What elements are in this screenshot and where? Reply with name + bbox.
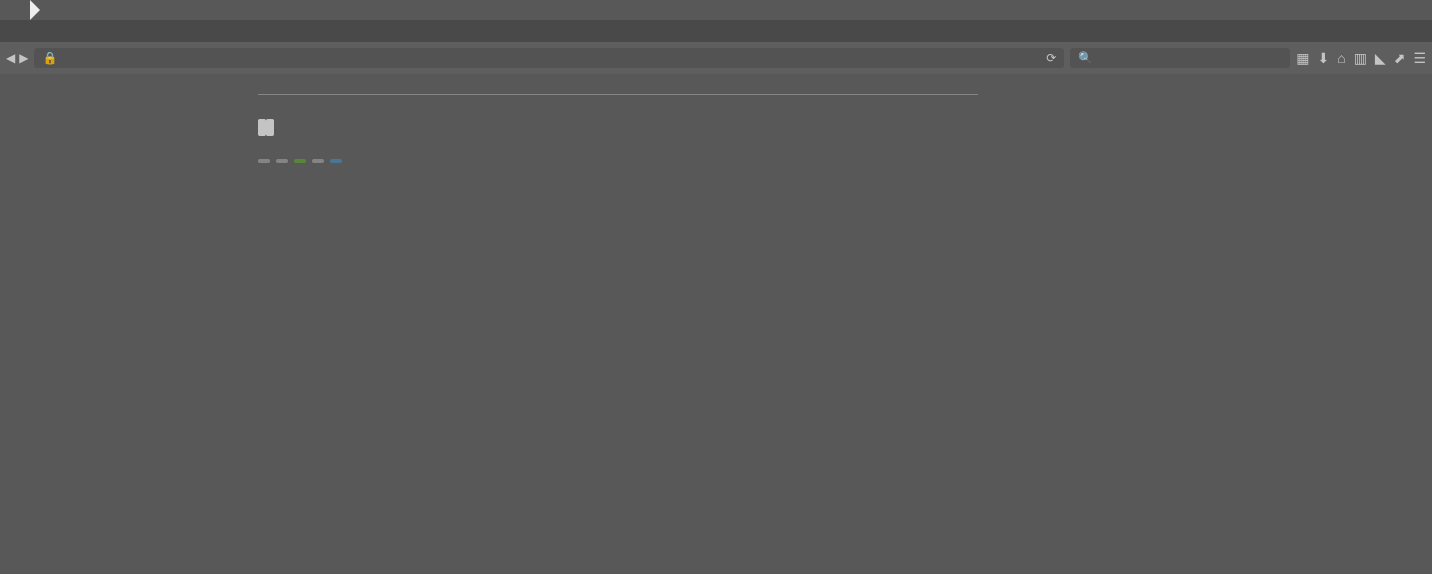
tmux-status-bar	[0, 0, 1432, 20]
session-badge-arrow	[30, 0, 40, 20]
terminal-overlay	[0, 0, 1432, 574]
